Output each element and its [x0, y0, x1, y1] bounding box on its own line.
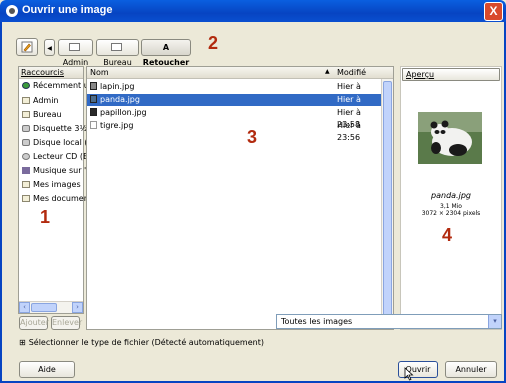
add-bookmark-button: Ajouter: [19, 316, 49, 330]
image-file-icon: [90, 95, 97, 103]
folder-icon: [22, 97, 30, 104]
place-item-documents[interactable]: Mes documents: [22, 193, 96, 205]
close-button[interactable]: X: [484, 2, 503, 21]
file-list-vscrollbar[interactable]: [381, 79, 393, 329]
folder-icon: [22, 111, 30, 118]
path-button-bureau[interactable]: Bureau: [96, 39, 139, 67]
preview-dimensions: 3072 × 2304 pixels: [421, 210, 481, 217]
folder-icon: [22, 181, 30, 188]
dialog-body: ◀ Admin Bureau A Retoucher 2 Raccourcis …: [0, 22, 506, 383]
image-file-icon: [90, 82, 97, 90]
place-item-images[interactable]: Mes images: [22, 179, 81, 191]
file-list-vscroll-thumb[interactable]: [383, 81, 392, 325]
cancel-button[interactable]: Annuler: [445, 361, 497, 378]
preview-panel: Aperçu panda.jpg 3,1 Mio 3072 × 2304 pix…: [400, 66, 502, 330]
chevron-down-icon[interactable]: ▾: [488, 315, 501, 328]
folder-icon: [110, 43, 122, 51]
title-bar: Ouvrir une image X: [0, 0, 506, 22]
floppy-icon: [22, 125, 30, 132]
file-row[interactable]: lapin.jpg Hier à 23:53: [87, 81, 383, 103]
column-name-header[interactable]: Nom: [90, 68, 109, 77]
places-header[interactable]: Raccourcis: [19, 67, 83, 79]
edit-location-button[interactable]: [16, 38, 38, 56]
drive-icon: [22, 139, 30, 146]
places-panel: Raccourcis Récemment utili Admin Bureau …: [18, 66, 99, 314]
preview-filename: panda.jpg: [431, 191, 471, 200]
scroll-right-button[interactable]: ›: [72, 302, 83, 313]
file-type-expander[interactable]: ⊞ Sélectionner le type de fichier (Détect…: [19, 337, 264, 349]
place-item-disk-c[interactable]: Disque local (C:: [22, 137, 96, 149]
window-title: Ouvrir une image: [22, 4, 113, 16]
path-button-a-retoucher[interactable]: A Retoucher: [141, 39, 191, 67]
annotation-4: 4: [442, 225, 453, 245]
file-row-selected[interactable]: panda.jpg Hier à 23:59: [87, 94, 383, 116]
clock-icon: [22, 82, 30, 89]
help-button[interactable]: Aide: [19, 361, 75, 378]
path-back-button[interactable]: ◀: [44, 39, 55, 56]
column-modified-header[interactable]: Modifié: [337, 68, 366, 77]
file-list-header: Nom ▲ Modifié: [87, 67, 393, 79]
cd-icon: [22, 153, 30, 160]
preview-header: Aperçu: [402, 68, 500, 81]
file-row[interactable]: tigre.jpg Hier à 23:56: [87, 120, 383, 142]
music-icon: [22, 167, 30, 174]
place-item-cd[interactable]: Lecteur CD (E:): [22, 151, 94, 163]
scroll-left-button[interactable]: ‹: [19, 302, 30, 313]
path-button-admin[interactable]: Admin: [58, 39, 93, 67]
place-item-admin[interactable]: Admin: [22, 95, 59, 107]
preview-thumbnail: [418, 112, 482, 164]
preview-size: 3,1 Mio: [440, 203, 462, 210]
expander-icon: ⊞: [19, 338, 26, 347]
places-hscroll-thumb[interactable]: [31, 303, 57, 312]
folder-icon: [22, 195, 30, 202]
image-file-icon: [90, 108, 97, 116]
annotation-3: 3: [247, 127, 258, 147]
mouse-cursor-icon: [404, 367, 414, 381]
doc-file-icon: [90, 121, 97, 129]
gimp-icon: [6, 5, 18, 17]
place-item-bureau[interactable]: Bureau: [22, 109, 62, 121]
file-filter-select[interactable]: Toutes les images ▾: [276, 314, 502, 329]
pencil-icon: [21, 41, 33, 53]
places-hscrollbar[interactable]: ‹ ›: [19, 301, 83, 313]
annotation-2: 2: [208, 33, 219, 53]
remove-bookmark-button: Enlever: [51, 316, 82, 330]
annotation-1: 1: [40, 207, 51, 227]
sort-arrow-icon: ▲: [325, 68, 330, 75]
folder-icon: [68, 43, 80, 51]
file-row[interactable]: papillon.jpg Hier à 23:58: [87, 107, 383, 129]
back-arrow-icon: ◀: [47, 45, 52, 52]
file-list-panel: Nom ▲ Modifié lapin.jpg Hier à 23:53 pan…: [86, 66, 394, 330]
